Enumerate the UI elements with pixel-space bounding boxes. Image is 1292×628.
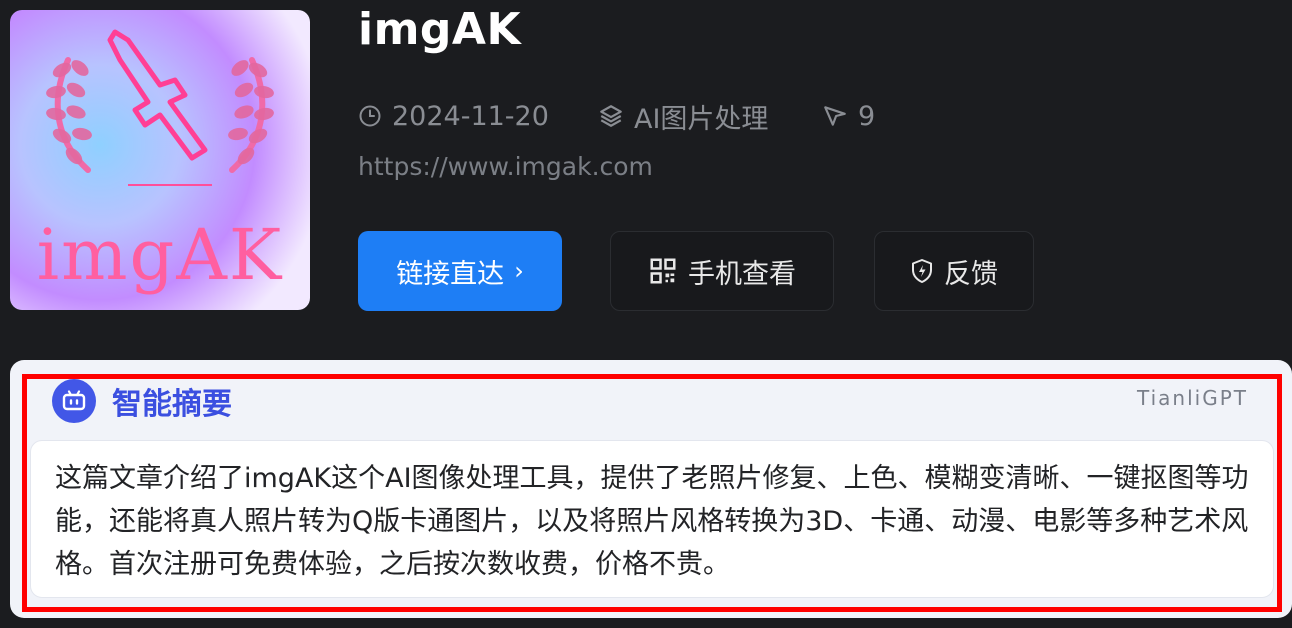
feedback-label: 反馈: [944, 258, 998, 290]
mobile-view-button[interactable]: 手机查看: [610, 231, 834, 311]
date-text: 2024-11-20: [392, 100, 549, 132]
views-count: 9: [858, 100, 876, 132]
category-link[interactable]: AI图片处理: [634, 97, 768, 136]
chevron-right-icon: ›: [514, 257, 524, 285]
page-title: imgAK: [358, 4, 522, 55]
site-url[interactable]: https://www.imgak.com: [358, 152, 653, 181]
summary-title: 智能摘要: [112, 387, 232, 422]
app-logo: imgAK: [10, 10, 310, 310]
visit-link-button[interactable]: 链接直达 ›: [358, 231, 562, 311]
feedback-button[interactable]: 反馈: [874, 231, 1034, 311]
ai-summary-panel: 智能摘要 TianliGPT 这篇文章介绍了imgAK这个AI图像处理工具，提供…: [10, 360, 1292, 618]
layers-icon: [600, 105, 622, 127]
meta-category[interactable]: AI图片处理: [598, 96, 768, 136]
summary-brand[interactable]: TianliGPT: [1137, 386, 1248, 410]
robot-icon: [52, 379, 96, 423]
meta-views: 9: [822, 96, 875, 136]
summary-header: 智能摘要: [52, 378, 232, 424]
clock-icon: [359, 105, 381, 127]
cursor-arrow-icon: [824, 106, 846, 126]
meta-date: 2024-11-20: [358, 96, 549, 136]
mobile-label: 手机查看: [688, 258, 796, 290]
visit-label: 链接直达: [396, 258, 505, 290]
shield-icon: [912, 259, 932, 283]
qr-code-icon: [650, 258, 676, 284]
logo-wordmark: imgAK: [36, 214, 284, 296]
summary-text: 这篇文章介绍了imgAK这个AI图像处理工具，提供了老照片修复、上色、模糊变清晰…: [30, 440, 1274, 598]
